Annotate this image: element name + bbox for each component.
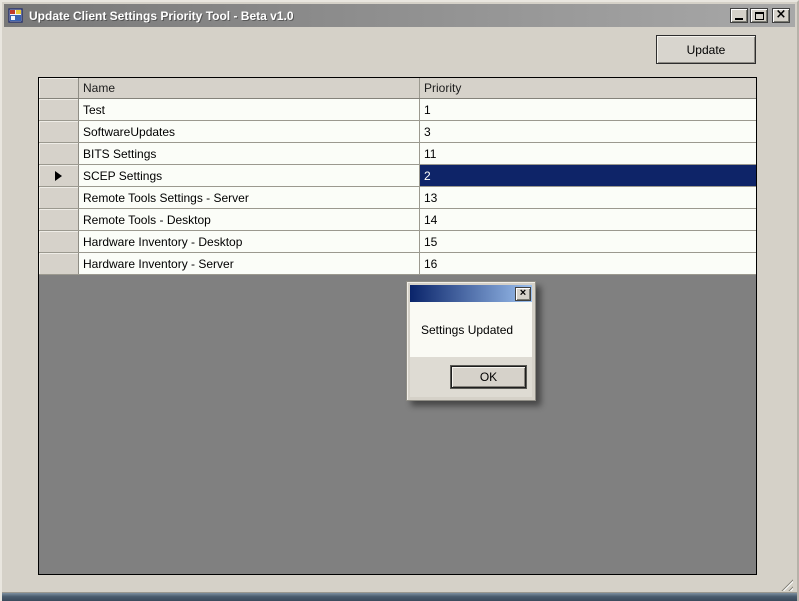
maximize-icon (755, 12, 764, 20)
maximize-button[interactable] (750, 8, 768, 23)
resize-grip[interactable] (778, 576, 793, 591)
priority-cell[interactable]: 3 (420, 121, 756, 142)
name-cell[interactable]: Remote Tools - Desktop (79, 209, 420, 230)
close-button[interactable]: × (772, 8, 790, 23)
priority-cell[interactable]: 11 (420, 143, 756, 164)
name-cell[interactable]: Hardware Inventory - Desktop (79, 231, 420, 252)
grid-header-row: Name Priority (39, 78, 756, 99)
table-row[interactable]: Remote Tools - Desktop 14 (39, 209, 756, 231)
title-bar: Update Client Settings Priority Tool - B… (4, 4, 795, 27)
column-header-priority[interactable]: Priority (420, 78, 756, 98)
ok-button-label: OK (480, 370, 497, 384)
current-row-arrow-icon (55, 171, 62, 181)
priority-cell[interactable]: 13 (420, 187, 756, 208)
table-row[interactable]: Remote Tools Settings - Server 13 (39, 187, 756, 209)
message-dialog: × Settings Updated OK (406, 281, 536, 401)
name-cell[interactable]: Remote Tools Settings - Server (79, 187, 420, 208)
row-header-cell[interactable] (39, 121, 79, 142)
update-button[interactable]: Update (656, 35, 756, 64)
window-title: Update Client Settings Priority Tool - B… (29, 9, 294, 23)
table-row[interactable]: BITS Settings 11 (39, 143, 756, 165)
table-row[interactable]: Test 1 (39, 99, 756, 121)
table-row[interactable]: Hardware Inventory - Server 16 (39, 253, 756, 275)
update-button-label: Update (687, 43, 726, 57)
settings-grid: Name Priority Test 1 SoftwareUpdates 3 B… (38, 77, 757, 575)
priority-cell[interactable]: 14 (420, 209, 756, 230)
app-window: Update Client Settings Priority Tool - B… (0, 0, 799, 601)
row-header-cell[interactable] (39, 187, 79, 208)
priority-cell[interactable]: 15 (420, 231, 756, 252)
grid-corner-cell[interactable] (39, 78, 79, 98)
priority-cell-selected[interactable]: 2 (420, 165, 756, 186)
row-header-cell[interactable] (39, 99, 79, 120)
dialog-title-bar: × (410, 285, 532, 302)
name-cell[interactable]: Hardware Inventory - Server (79, 253, 420, 274)
name-cell[interactable]: Test (79, 99, 420, 120)
caption-buttons: × (728, 8, 790, 23)
table-row-selected[interactable]: SCEP Settings 2 (39, 165, 756, 187)
minimize-icon (735, 18, 743, 20)
row-header-cell[interactable] (39, 143, 79, 164)
row-header-cell[interactable] (39, 209, 79, 230)
dialog-message: Settings Updated (421, 323, 513, 337)
window-bottom-edge (2, 592, 797, 601)
name-cell[interactable]: SoftwareUpdates (79, 121, 420, 142)
column-header-name[interactable]: Name (79, 78, 420, 98)
priority-cell[interactable]: 16 (420, 253, 756, 274)
row-header-cell[interactable] (39, 231, 79, 252)
table-row[interactable]: SoftwareUpdates 3 (39, 121, 756, 143)
minimize-button[interactable] (730, 8, 748, 23)
dialog-close-icon: × (520, 288, 526, 299)
dialog-close-button[interactable]: × (515, 287, 531, 301)
app-icon (8, 8, 24, 24)
name-cell[interactable]: BITS Settings (79, 143, 420, 164)
close-icon: × (776, 8, 787, 21)
name-cell[interactable]: SCEP Settings (79, 165, 420, 186)
ok-button[interactable]: OK (451, 366, 526, 388)
dialog-footer: OK (410, 357, 532, 397)
row-header-cell-current[interactable] (39, 165, 79, 186)
dialog-body: Settings Updated (410, 302, 532, 357)
priority-cell[interactable]: 1 (420, 99, 756, 120)
row-header-cell[interactable] (39, 253, 79, 274)
table-row[interactable]: Hardware Inventory - Desktop 15 (39, 231, 756, 253)
